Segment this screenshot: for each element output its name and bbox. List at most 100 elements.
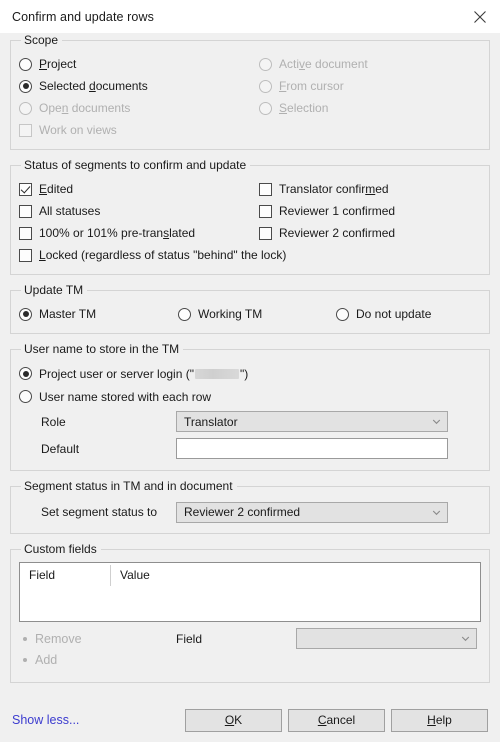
project-user-suffix: ") [239, 366, 249, 381]
remove-custom-field-button: Remove [19, 628, 176, 649]
scope-option-project-label: Project [39, 57, 77, 71]
scope-row-2: Selected documents From cursor [19, 75, 481, 97]
user-name-option-stored-with-row[interactable]: User name stored with each row [19, 385, 481, 408]
status-option-all-statuses[interactable]: All statuses [19, 201, 259, 222]
segment-status-row: Set segment status to Reviewer 2 confirm… [19, 499, 481, 525]
chevron-down-icon [431, 416, 442, 427]
scope-option-from-cursor: From cursor [259, 76, 481, 97]
user-name-option-project-user-label: Project user or server login (" ") [39, 367, 248, 381]
update-tm-option-working[interactable]: Working TM [178, 304, 336, 325]
add-custom-field-button: Add [19, 649, 481, 670]
role-row: Role Translator [19, 408, 481, 435]
status-option-edited-label: Edited [39, 182, 74, 196]
ok-button[interactable]: OK [185, 708, 282, 732]
chevron-down-icon [431, 507, 442, 518]
bullet-icon [23, 636, 27, 641]
cancel-button[interactable]: Cancel [288, 708, 385, 732]
status-option-edited[interactable]: Edited [19, 179, 259, 200]
checkbox-icon[interactable] [19, 182, 32, 196]
update-tm-option-working-label: Working TM [198, 307, 263, 321]
default-row: Default [19, 435, 481, 462]
scope-option-selection-label: Selection [279, 101, 329, 115]
scope-option-open-documents-label: Open documents [39, 101, 131, 115]
status-option-pre-translated[interactable]: 100% or 101% pre-translated [19, 223, 259, 244]
footer-bar: Show less... OK Cancel Help [0, 698, 500, 742]
custom-fields-group: Custom fields Field Value Remove Field A… [10, 542, 490, 683]
window-title: Confirm and update rows [12, 9, 154, 24]
show-less-link[interactable]: Show less... [12, 713, 79, 727]
segment-status-group: Segment status in TM and in document Set… [10, 479, 490, 534]
status-row-1: Edited Translator confirmed [19, 178, 481, 200]
custom-field-dropdown[interactable] [296, 628, 477, 649]
scope-option-open-documents: Open documents [19, 98, 259, 119]
dialog-buttons: OK Cancel Help [185, 708, 488, 732]
radio-icon[interactable] [19, 307, 32, 321]
radio-icon [19, 101, 32, 115]
status-option-locked[interactable]: Locked (regardless of status "behind" th… [19, 245, 481, 266]
status-option-translator-confirmed-label: Translator confirmed [279, 182, 389, 196]
add-custom-field-label: Add [35, 652, 58, 667]
custom-field-field-label: Field [176, 631, 203, 646]
help-button[interactable]: Help [391, 708, 488, 732]
radio-icon[interactable] [19, 367, 32, 380]
status-option-reviewer-2-confirmed-label: Reviewer 2 confirmed [279, 226, 396, 240]
scope-option-work-on-views: Work on views [19, 120, 259, 141]
user-name-option-stored-with-row-label: User name stored with each row [39, 389, 212, 404]
radio-icon[interactable] [19, 390, 32, 403]
title-bar: Confirm and update rows [0, 0, 500, 33]
radio-icon[interactable] [336, 307, 349, 321]
status-legend: Status of segments to confirm and update [24, 158, 247, 172]
checkbox-icon[interactable] [19, 204, 32, 218]
update-tm-option-master[interactable]: Master TM [19, 304, 178, 325]
segment-status-legend: Segment status in TM and in document [24, 479, 233, 493]
custom-fields-header-row: Field Value [20, 563, 480, 587]
status-option-pre-translated-label: 100% or 101% pre-translated [39, 226, 196, 240]
default-input[interactable] [176, 438, 448, 459]
project-user-prefix: Project user or server login (" [39, 366, 194, 381]
scope-group: Scope Project Active document Selected d [10, 33, 490, 150]
role-dropdown[interactable]: Translator [176, 411, 448, 432]
status-row-2: All statuses Reviewer 1 confirmed [19, 200, 481, 222]
user-name-option-project-user[interactable]: Project user or server login (" ") [19, 362, 481, 385]
checkbox-icon[interactable] [19, 226, 32, 240]
scope-option-active-document-label: Active document [279, 57, 368, 71]
radio-icon[interactable] [19, 57, 32, 71]
status-option-locked-label: Locked (regardless of status "behind" th… [39, 248, 287, 262]
segment-status-dropdown-value: Reviewer 2 confirmed [184, 505, 301, 519]
update-tm-group: Update TM Master TM Working TM Do not up… [10, 283, 490, 334]
checkbox-icon [19, 123, 32, 137]
radio-icon[interactable] [178, 307, 191, 321]
close-icon[interactable] [460, 0, 500, 33]
radio-icon [259, 57, 272, 71]
checkbox-icon[interactable] [259, 204, 272, 218]
status-option-reviewer-2-confirmed[interactable]: Reviewer 2 confirmed [259, 223, 481, 244]
radio-icon [259, 79, 272, 93]
radio-icon[interactable] [19, 79, 32, 93]
update-tm-option-do-not-update[interactable]: Do not update [336, 304, 481, 325]
chevron-down-icon [460, 633, 471, 644]
scope-option-selected-documents-label: Selected documents [39, 79, 148, 93]
custom-fields-column-value: Value [110, 564, 480, 586]
radio-icon [259, 101, 272, 115]
scope-row-1: Project Active document [19, 53, 481, 75]
role-dropdown-value: Translator [184, 414, 238, 429]
custom-fields-column-field: Field [29, 567, 56, 582]
status-option-reviewer-1-confirmed[interactable]: Reviewer 1 confirmed [259, 201, 481, 222]
checkbox-icon[interactable] [259, 226, 272, 240]
status-option-all-statuses-label: All statuses [39, 204, 101, 218]
scope-option-selected-documents[interactable]: Selected documents [19, 76, 259, 97]
segment-status-dropdown[interactable]: Reviewer 2 confirmed [176, 501, 448, 523]
bullet-icon [23, 657, 27, 662]
status-option-translator-confirmed[interactable]: Translator confirmed [259, 179, 481, 200]
custom-fields-legend: Custom fields [24, 542, 97, 556]
checkbox-icon[interactable] [259, 182, 272, 196]
custom-fields-table[interactable]: Field Value [19, 562, 481, 622]
scope-legend: Scope [24, 33, 59, 47]
checkbox-icon[interactable] [19, 248, 32, 262]
status-row-4: Locked (regardless of status "behind" th… [19, 244, 481, 266]
scope-option-active-document: Active document [259, 54, 481, 75]
role-label: Role [41, 414, 66, 429]
scope-option-project[interactable]: Project [19, 54, 259, 75]
update-tm-option-master-label: Master TM [39, 307, 97, 321]
user-name-group: User name to store in the TM Project use… [10, 342, 490, 471]
